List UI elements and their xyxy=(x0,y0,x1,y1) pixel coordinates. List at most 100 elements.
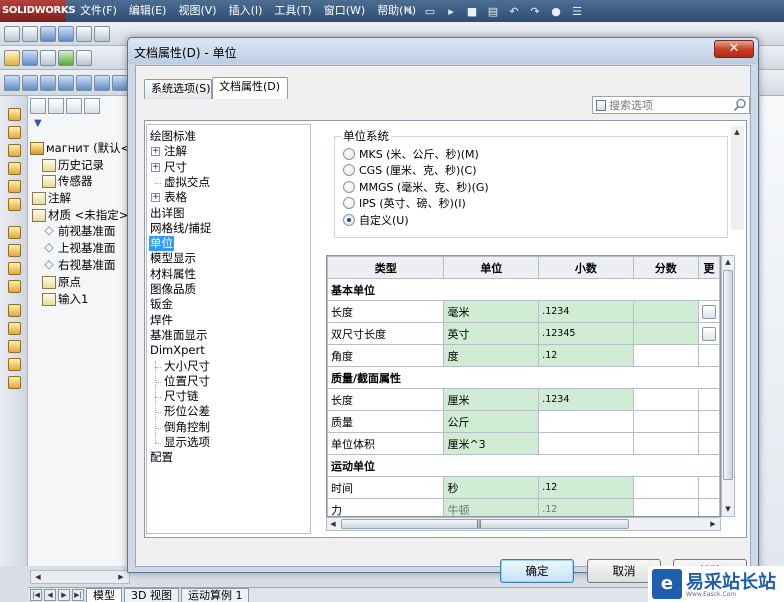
draft-icon[interactable] xyxy=(8,262,21,275)
options-tree-item-units[interactable]: 单位 xyxy=(149,236,174,252)
revolve-icon[interactable] xyxy=(8,126,21,139)
unit-system-option[interactable]: MKS (米、公斤、秒)(M) xyxy=(343,146,479,162)
last-tab-icon[interactable]: ▶| xyxy=(72,589,84,601)
first-tab-icon[interactable]: |◀ xyxy=(30,589,42,601)
options-tree-item-dimensions[interactable]: 尺寸 xyxy=(163,160,188,175)
units-unit-cell[interactable]: 度 xyxy=(443,344,540,367)
units-decimal-cell[interactable]: .1234 xyxy=(538,388,634,411)
units-decimal-cell[interactable]: .1234 xyxy=(538,300,634,323)
grid-horizontal-thumb[interactable]: ||| xyxy=(341,519,629,529)
section-icon[interactable] xyxy=(94,25,110,42)
view-back-icon[interactable] xyxy=(94,74,110,91)
feature-tree-tab[interactable] xyxy=(30,98,46,114)
units-unit-cell[interactable]: 英寸 xyxy=(443,322,540,345)
search-box[interactable] xyxy=(592,96,750,114)
traffic-light-icon[interactable]: ● xyxy=(547,2,565,20)
zoom-area-icon[interactable] xyxy=(22,25,38,42)
dimxpert-tab[interactable] xyxy=(84,98,100,114)
radio-button[interactable] xyxy=(343,197,355,210)
radio-button[interactable] xyxy=(343,213,355,226)
radio-button[interactable] xyxy=(343,180,355,193)
fillet-icon[interactable] xyxy=(8,180,21,193)
print-icon[interactable]: ▤ xyxy=(484,2,502,20)
more-options-button[interactable] xyxy=(701,326,716,341)
scroll-left-icon[interactable]: ◀ xyxy=(327,518,339,530)
grid-horizontal-scrollbar[interactable]: ◀ ||| ▶ xyxy=(326,517,721,531)
options-tree-item-annotations[interactable]: 注解 xyxy=(163,144,188,159)
view-top-icon[interactable] xyxy=(22,74,38,91)
chamfer-icon[interactable] xyxy=(8,198,21,211)
units-unit-cell[interactable]: 牛顿 xyxy=(443,498,540,516)
prev-tab-icon[interactable]: ◀ xyxy=(44,589,56,601)
units-fraction-cell[interactable] xyxy=(632,388,699,411)
rebuild-icon[interactable] xyxy=(58,49,74,66)
menu-item-4[interactable]: 工具(T) xyxy=(268,0,317,22)
rib-icon[interactable] xyxy=(8,244,21,257)
units-decimal-cell[interactable]: .12 xyxy=(538,476,634,499)
curve-icon[interactable] xyxy=(8,376,21,389)
open-file-icon[interactable]: ▸ xyxy=(442,2,460,20)
sweep-icon[interactable] xyxy=(8,144,21,157)
scroll-down-icon[interactable]: ▼ xyxy=(722,503,734,515)
tab-system-options[interactable]: 系统选项(S) xyxy=(144,79,212,99)
options-tree-item-geometric-tolerance[interactable]: 形位公差 xyxy=(163,404,211,419)
shell-icon[interactable] xyxy=(8,226,21,239)
scroll-left-icon[interactable]: ◀ xyxy=(32,571,44,583)
save-icon[interactable]: ■ xyxy=(463,2,481,20)
mirror-icon[interactable] xyxy=(8,322,21,335)
units-fraction-cell[interactable] xyxy=(632,300,699,323)
radio-button[interactable] xyxy=(343,164,355,177)
units-unit-cell[interactable]: 厘米^3 xyxy=(443,432,540,455)
redo-icon[interactable]: ↷ xyxy=(526,2,544,20)
pin-icon[interactable]: ✎ xyxy=(400,2,418,20)
feature-tree-hscroll[interactable]: ◀ ▶ xyxy=(30,570,130,584)
view-right-icon[interactable] xyxy=(40,74,56,91)
close-button[interactable]: ✕ xyxy=(714,40,754,58)
save-small-icon[interactable] xyxy=(22,49,38,66)
options-tree-item-sheet-metal[interactable]: 钣金 xyxy=(149,297,174,312)
expand-icon[interactable]: + xyxy=(151,162,160,172)
grid-vertical-thumb[interactable] xyxy=(723,270,733,480)
units-unit-cell[interactable]: 秒 xyxy=(443,476,540,499)
new-file-icon[interactable]: ▭ xyxy=(421,2,439,20)
hole-icon[interactable] xyxy=(8,340,21,353)
units-fraction-cell[interactable] xyxy=(632,432,699,455)
options-tree-item-model-display[interactable]: 模型显示 xyxy=(149,251,197,266)
units-decimal-cell[interactable] xyxy=(538,432,634,455)
options-tree-item-tables[interactable]: 表格 xyxy=(163,190,188,205)
tab-model[interactable]: 模型 xyxy=(86,588,122,602)
feature-tree-item[interactable]: 原点 xyxy=(42,274,81,290)
zoom-fit-icon[interactable] xyxy=(4,25,20,42)
options-tree-item-chamfer-controls[interactable]: 倒角控制 xyxy=(163,420,211,435)
ok-button[interactable]: 确定 xyxy=(500,559,574,583)
options-tree-item-virtual-sharps[interactable]: 虚拟交点 xyxy=(163,175,211,190)
unit-system-option[interactable]: CGS (厘米、克、秒)(C) xyxy=(343,162,477,178)
expand-icon[interactable]: + xyxy=(151,147,160,157)
options-tree-item-image-quality[interactable]: 图像品质 xyxy=(149,282,197,297)
feature-tree-item[interactable]: ◇ 上视基准面 xyxy=(42,240,115,256)
units-decimal-cell[interactable]: .12 xyxy=(538,344,634,367)
pane-vertical-scrollbar[interactable]: ▲ xyxy=(731,126,744,230)
grid-vertical-scrollbar[interactable]: ▲ ▼ xyxy=(721,255,735,517)
property-tab[interactable] xyxy=(48,98,64,114)
view-bottom-icon[interactable] xyxy=(112,74,128,91)
units-fraction-cell[interactable] xyxy=(632,476,699,499)
cube-icon[interactable] xyxy=(76,25,92,42)
menu-item-2[interactable]: 视图(V) xyxy=(172,0,222,22)
feature-tree-item[interactable]: 注解 xyxy=(32,190,71,206)
options-tree-item-grid-snap[interactable]: 网格线/捕捉 xyxy=(149,221,212,236)
more-options-button[interactable] xyxy=(701,304,716,319)
feature-tree-item[interactable]: 输入1 xyxy=(42,291,88,307)
menu-item-1[interactable]: 编辑(E) xyxy=(123,0,173,22)
radio-button[interactable] xyxy=(343,148,355,160)
pattern-icon[interactable] xyxy=(8,304,21,317)
rotate-icon[interactable] xyxy=(40,25,56,42)
units-decimal-cell[interactable] xyxy=(538,410,634,433)
options-tree-item-chain-dimension[interactable]: 尺寸链 xyxy=(163,389,200,404)
options-tree-item-material-properties[interactable]: 材料属性 xyxy=(149,267,197,282)
loft-icon[interactable] xyxy=(8,162,21,175)
options-tree-item-display-options[interactable]: 显示选项 xyxy=(163,435,211,450)
options-tree-item-plane-display[interactable]: 基准面显示 xyxy=(149,328,209,343)
options-tree-item-weldments[interactable]: 焊件 xyxy=(149,313,174,328)
units-fraction-cell[interactable] xyxy=(632,344,699,367)
